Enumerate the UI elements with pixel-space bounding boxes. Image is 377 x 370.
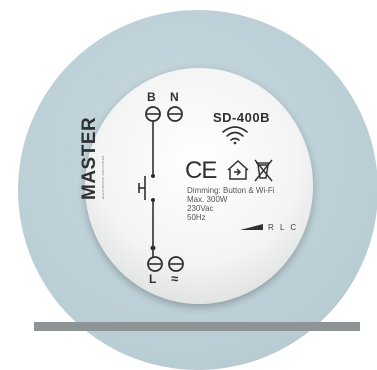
indoor-use-icon	[227, 159, 249, 180]
screw-terminal-icon	[147, 256, 163, 272]
screw-terminal-icon	[168, 256, 184, 272]
screw-terminal-icon	[167, 106, 183, 122]
device-graphics	[138, 106, 273, 272]
weee-bin-icon	[254, 159, 273, 182]
dimmer-ramp-icon	[240, 224, 263, 230]
product-scene: MASTER ELECTRONIC SOLUTIONS B N L ≈ SD-4…	[0, 0, 377, 370]
screw-terminal-icon	[145, 106, 161, 122]
push-button-icon	[138, 121, 156, 257]
wifi-icon	[222, 126, 248, 145]
